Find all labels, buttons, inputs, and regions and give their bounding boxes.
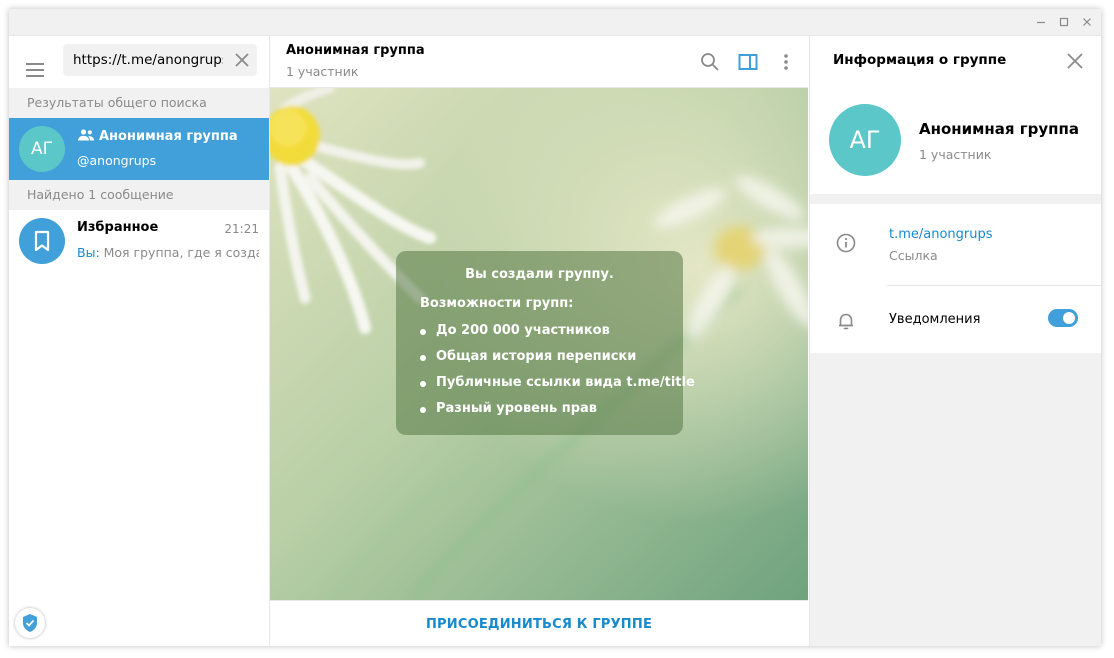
message-time: 21:21 (224, 222, 259, 236)
maximize-icon[interactable] (1052, 9, 1076, 35)
chat-header[interactable]: Анонимная группа 1 участник (270, 36, 808, 88)
info-panel-title: Информация о группе (833, 52, 1007, 68)
link-label: Ссылка (889, 248, 938, 263)
info-panel-details: t.me/anongrups Ссылка Уведомления (810, 204, 1101, 353)
result-username: @anongrups (77, 153, 157, 168)
info-card-subtitle: Возможности групп: (420, 296, 574, 311)
shield-icon[interactable] (15, 608, 45, 638)
message-sender: Вы: (77, 245, 100, 260)
more-menu-icon[interactable] (774, 50, 798, 74)
clear-search-icon[interactable] (234, 52, 250, 68)
chat-background: Вы создали группу. Возможности групп: До… (270, 88, 808, 600)
notifications-toggle[interactable] (1048, 309, 1078, 327)
bookmark-icon (19, 218, 65, 264)
group-created-card: Вы создали группу. Возможности групп: До… (396, 251, 695, 435)
sidebar-toggle-icon[interactable] (736, 50, 760, 74)
avatar[interactable]: АГ (829, 104, 901, 176)
member-count: 1 участник (919, 147, 992, 162)
search-field[interactable] (63, 44, 257, 76)
search-input[interactable] (73, 44, 223, 76)
result-name: Анонимная группа (99, 129, 238, 144)
chat-area: Анонимная группа 1 участник Вы создали г… (270, 36, 808, 646)
close-icon[interactable] (1075, 9, 1099, 35)
join-bar: ПРИСОЕДИНИТЬСЯ К ГРУППЕ (270, 600, 808, 646)
message-chat-name: Избранное (77, 220, 159, 235)
app-window: Результаты общего поиска АГ Анонимная гр… (9, 9, 1101, 646)
info-icon (835, 232, 857, 254)
info-card-title: Вы создали группу. (465, 267, 614, 282)
info-panel-header: Информация о группе АГ Анонимная группа … (810, 36, 1101, 194)
found-messages-header: Найдено 1 сообщение (9, 180, 269, 210)
list-item: Разный уровень прав (420, 401, 695, 427)
result-name-line: Анонимная группа (77, 128, 238, 146)
message-preview-line: Вы: Моя группа, где я созда... (77, 245, 259, 260)
close-icon[interactable] (1064, 50, 1086, 72)
bell-icon (835, 310, 857, 332)
notifications-label: Уведомления (889, 312, 981, 327)
list-item: Общая история переписки (420, 349, 695, 375)
message-preview: Моя группа, где я созда... (99, 245, 259, 260)
message-result-row[interactable]: Избранное 21:21 Вы: Моя группа, где я со… (9, 210, 269, 272)
chat-list-sidebar: Результаты общего поиска АГ Анонимная гр… (9, 36, 270, 646)
list-item: До 200 000 участников (420, 323, 695, 349)
avatar: АГ (19, 126, 65, 172)
chat-subtitle: 1 участник (286, 64, 359, 79)
hamburger-menu-icon[interactable] (23, 58, 47, 82)
toggle-knob (1061, 310, 1077, 326)
group-link[interactable]: t.me/anongrups (889, 227, 993, 242)
search-result-row[interactable]: АГ Анонимная группа @anongrups (9, 118, 269, 180)
features-list: До 200 000 участников Общая история пере… (420, 323, 695, 427)
group-icon (77, 128, 95, 146)
search-icon[interactable] (698, 50, 722, 74)
divider (887, 285, 1101, 286)
join-group-button[interactable]: ПРИСОЕДИНИТЬСЯ К ГРУППЕ (426, 617, 652, 632)
group-name: Анонимная группа (919, 120, 1079, 138)
chat-title: Анонимная группа (286, 43, 425, 58)
group-info-panel: Информация о группе АГ Анонимная группа … (809, 36, 1101, 646)
minimize-icon[interactable] (1029, 9, 1053, 35)
list-item: Публичные ссылки вида t.me/title (420, 375, 695, 401)
global-results-header: Результаты общего поиска (9, 88, 269, 118)
title-bar (9, 9, 1101, 36)
